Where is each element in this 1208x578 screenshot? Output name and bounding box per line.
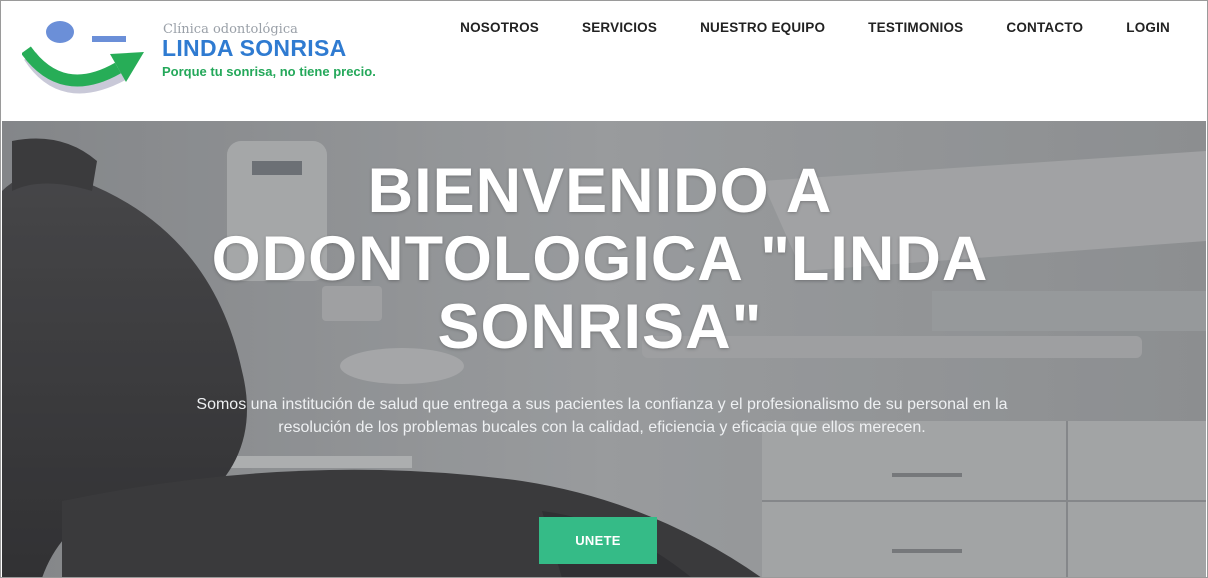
brand-slogan: Porque tu sonrisa, no tiene precio. [162,64,376,79]
nav-item-contacto[interactable]: CONTACTO [1006,20,1083,35]
main-nav: NOSOTROS SERVICIOS NUESTRO EQUIPO TESTIM… [417,20,1170,35]
hero-title: BIENVENIDO A ODONTOLOGICA "LINDA SONRISA… [211,156,989,362]
brand-logo[interactable]: Clínica odontológica LINDA SONRISA Porqu… [22,14,422,104]
nav-item-login[interactable]: LOGIN [1126,20,1170,35]
smile-logo-icon [22,21,144,94]
nav-item-nuestro-equipo[interactable]: NUESTRO EQUIPO [700,20,825,35]
nav-item-nosotros[interactable]: NOSOTROS [460,20,539,35]
join-button[interactable]: UNETE [539,517,657,564]
hero-section: BIENVENIDO A ODONTOLOGICA "LINDA SONRISA… [2,121,1206,578]
nav-item-servicios[interactable]: SERVICIOS [582,20,657,35]
brand-name: LINDA SONRISA [162,35,347,61]
hero-description: Somos una institución de salud que entre… [196,396,1008,436]
nav-item-testimonios[interactable]: TESTIMONIOS [868,20,963,35]
site-header: Clínica odontológica LINDA SONRISA Porqu… [0,0,1208,121]
